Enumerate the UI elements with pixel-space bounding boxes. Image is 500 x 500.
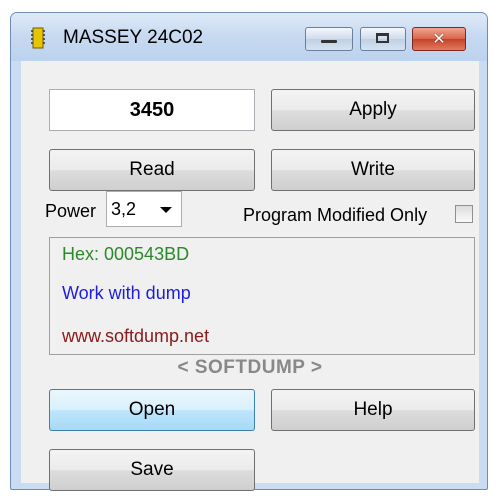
program-modified-label: Program Modified Only — [243, 205, 428, 225]
help-button[interactable]: Help — [271, 389, 475, 431]
program-modified-checkbox[interactable] — [455, 205, 473, 223]
close-button[interactable]: ✕ — [412, 27, 466, 51]
value-input[interactable]: 3450 — [49, 89, 255, 131]
save-button[interactable]: Save — [49, 449, 255, 491]
app-window: MASSEY 24C02 ✕ 3450 Apply Read Write Pow… — [10, 12, 488, 491]
power-label: Power — [45, 201, 97, 221]
dropdown-arrow-icon — [160, 207, 172, 213]
maximize-icon — [376, 33, 389, 43]
read-button[interactable]: Read — [49, 149, 255, 191]
maximize-button[interactable] — [360, 27, 406, 51]
work-text: Work with dump — [62, 283, 191, 303]
brand-label: < SOFTDUMP > — [177, 357, 323, 378]
info-panel: Hex: 000543BD Work with dump www.softdum… — [49, 237, 475, 355]
power-value: 3,2 — [111, 199, 137, 219]
apply-button[interactable]: Apply — [271, 89, 475, 131]
client-area: 3450 Apply Read Write Power 3,2 Program … — [21, 61, 479, 491]
close-icon: ✕ — [432, 29, 446, 48]
minimize-icon — [321, 40, 337, 43]
minimize-button[interactable] — [305, 27, 353, 51]
title-bar[interactable]: MASSEY 24C02 ✕ — [11, 13, 487, 61]
open-button[interactable]: Open — [49, 389, 255, 431]
site-text: www.softdump.net — [62, 326, 210, 346]
chip-icon — [31, 27, 45, 49]
write-button[interactable]: Write — [271, 149, 475, 191]
power-select[interactable]: 3,2 — [106, 191, 182, 227]
hex-text: Hex: 000543BD — [62, 244, 190, 264]
window-title: MASSEY 24C02 — [63, 27, 204, 48]
